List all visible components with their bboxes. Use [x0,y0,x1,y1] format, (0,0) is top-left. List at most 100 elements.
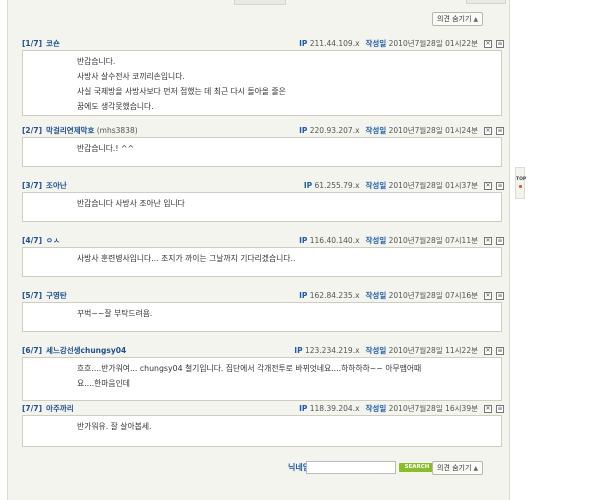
comment-ip: 61.255.79.x [314,181,360,190]
comment-body: 반갑습니다. 사방사 살수전사 코끼리손입니다. 사실 국제방을 사방사보다 먼저 … [22,50,502,116]
delete-icon[interactable]: ✕ [484,182,492,190]
reply-icon[interactable]: ≡ [496,182,504,190]
hide-comments-button-top[interactable]: 의견 숨기기 ▲ [432,12,484,26]
reply-icon[interactable]: ≡ [496,40,504,48]
comment-meta: IP 116.40.140.x 작성일 2010년7월28일 07시11분 [299,235,478,247]
reply-icon[interactable]: ≡ [496,127,504,135]
comment-header: [7/7] 아주까리 IP 118.39.204.x 작성일 2010년7월28일 1… [16,403,506,415]
comment-text-line: 반가워유. 잘 살아봅세. [77,422,152,431]
date-label: 작성일 [365,126,387,135]
comment-header: [6/7] 세느강선생chungsy04 IP 123.234.219.x 작성일 2… [16,345,506,357]
comment-author[interactable]: 구영탄 [46,291,67,300]
comment-text-line: 사방사 훈련병사입니다... 조지가 까이는 그날까지 기다리겠습니다.. [77,254,296,263]
comment-text-line: 반갑습니다. [77,57,116,66]
ip-label: IP [299,39,308,48]
ip-label: IP [299,291,308,300]
comment-item: [7/7] 아주까리 IP 118.39.204.x 작성일 2010년7월28일 1… [16,403,506,447]
date-label: 작성일 [365,404,387,413]
comment-text-line: 반갑습니다 사방사 조아난 입니다 [77,199,185,208]
comment-header: [1/7] 코숀 IP 211.44.109.x 작성일 2010년7월28일 01시… [16,38,506,50]
comment-date: 2010년7월28일 07시16분 [388,291,478,300]
comment-index: [7/7] [22,404,43,413]
comment-author[interactable]: 코숀 [46,39,60,48]
reply-icon[interactable]: ≡ [496,237,504,245]
comment-text-line: 흐흐....반가워여... chungsy04 철기입니다. 집단에서 각개전투… [77,364,422,373]
comment-index: [1/7] [22,39,43,48]
hide-comments-button-bottom[interactable]: 의견 숨기기 ▲ [432,461,484,475]
date-label: 작성일 [365,39,387,48]
date-label: 작성일 [365,181,387,190]
comment-meta: IP 118.39.204.x 작성일 2010년7월28일 16시39분 [299,403,478,415]
comment-user-id: (mhs3838) [96,126,138,135]
comment-index: [2/7] [22,126,43,135]
comment-ip: 118.39.204.x [309,404,360,413]
comment-date: 2010년7월28일 01시22분 [388,39,478,48]
comment-author[interactable]: 세느강선생chungsy04 [46,346,126,355]
comment-text-line: 꾸벅~~잘 부탁드려욤. [77,309,153,318]
date-label: 작성일 [365,346,387,355]
date-label: 작성일 [365,291,387,300]
reply-icon[interactable]: ≡ [496,405,504,413]
comment-item: [3/7] 조아난 IP 61.255.79.x 작성일 2010년7월28일 01시… [16,180,506,222]
top-label: TOP [516,177,527,182]
ip-label: IP [303,181,313,190]
comment-index: [4/7] [22,236,43,245]
comment-footer: 닉네임 SEARCH 의견 숨기기 ▲ [8,461,511,475]
comment-date: 2010년7월28일 01시24분 [388,126,478,135]
comment-panel: 의견 숨기기 ▲ [1/7] 코숀 IP 211.44.109.x 작성일 2010년7… [7,0,510,500]
delete-icon[interactable]: ✕ [484,292,492,300]
comment-item: [2/7] 막걸리연제막호 (mhs3838) IP 220.93.207.x 작성일… [16,125,506,167]
comment-body: 흐흐....반가워여... chungsy04 철기입니다. 집단에서 각개전투… [22,357,502,401]
reply-icon[interactable]: ≡ [496,347,504,355]
comment-meta: IP 123.234.219.x 작성일 2010년7월28일 11시22분 [294,345,478,357]
comment-header: [2/7] 막걸리연제막호 (mhs3838) IP 220.93.207.x 작성일… [16,125,506,137]
comment-meta: IP 162.84.235.x 작성일 2010년7월28일 07시16분 [299,290,478,302]
comment-body: 반갑습니다 사방사 조아난 입니다 [22,192,502,222]
comment-body: 사방사 훈련병사입니다... 조지가 까이는 그날까지 기다리겠습니다.. [22,247,502,277]
nickname-input[interactable] [306,461,396,474]
comment-index: [6/7] [22,346,43,355]
ip-label: IP [299,126,308,135]
delete-icon[interactable]: ✕ [484,40,492,48]
search-button[interactable]: SEARCH [399,463,435,472]
comment-date: 2010년7월28일 07시11분 [388,236,478,245]
scroll-top-button[interactable]: TOP [515,167,527,199]
comment-author[interactable]: 아주까리 [46,404,74,413]
comment-ip: 162.84.235.x [309,291,360,300]
comment-author[interactable]: ㅇㅅ [46,236,60,245]
comment-date: 2010년7월28일 16시39분 [388,404,478,413]
comment-item: [5/7] 구영탄 IP 162.84.235.x 작성일 2010년7월28일 07… [16,290,506,332]
delete-icon[interactable]: ✕ [484,127,492,135]
reply-icon[interactable]: ≡ [496,292,504,300]
comment-header: [3/7] 조아난 IP 61.255.79.x 작성일 2010년7월28일 01시… [16,180,506,192]
comment-header: [5/7] 구영탄 IP 162.84.235.x 작성일 2010년7월28일 07… [16,290,506,302]
comment-item: [4/7] ㅇㅅ IP 116.40.140.x 작성일 2010년7월28일 07시… [16,235,506,277]
comment-header: [4/7] ㅇㅅ IP 116.40.140.x 작성일 2010년7월28일 07시… [16,235,506,247]
ip-label: IP [294,346,303,355]
triangle-up-icon: ▲ [473,465,479,472]
comment-body: 꾸벅~~잘 부탁드려욤. [22,302,502,332]
delete-icon[interactable]: ✕ [484,405,492,413]
comment-index: [3/7] [22,181,43,190]
comment-ip: 116.40.140.x [309,236,360,245]
top-dot-icon [518,185,522,188]
comment-meta: IP 220.93.207.x 작성일 2010년7월28일 01시24분 [299,125,478,137]
comment-item: [1/7] 코숀 IP 211.44.109.x 작성일 2010년7월28일 01시… [16,38,506,116]
comment-text-line: 사실 국제방을 사방사보다 먼저 접했는 데 최근 다시 돌아올 줄은 [77,87,286,96]
top-tab [234,0,286,5]
comment-meta: IP 211.44.109.x 작성일 2010년7월28일 01시22분 [299,38,478,50]
comment-author[interactable]: 조아난 [46,181,67,190]
delete-icon[interactable]: ✕ [484,347,492,355]
comment-ip: 123.234.219.x [304,346,360,355]
delete-icon[interactable]: ✕ [484,237,492,245]
ip-label: IP [299,236,308,245]
comment-author[interactable]: 막걸리연제막호 [46,126,94,135]
comment-text-line: 반갑습니다.! ^^ [77,144,135,153]
comment-meta: IP 61.255.79.x 작성일 2010년7월28일 01시37분 [304,180,478,192]
triangle-up-icon: ▲ [473,16,479,23]
comment-date: 2010년7월28일 11시22분 [388,346,478,355]
comment-text-line: 사방사 살수전사 코끼리손입니다. [77,72,185,81]
comment-ip: 220.93.207.x [309,126,360,135]
top-tab-right [466,0,506,4]
ip-label: IP [299,404,308,413]
